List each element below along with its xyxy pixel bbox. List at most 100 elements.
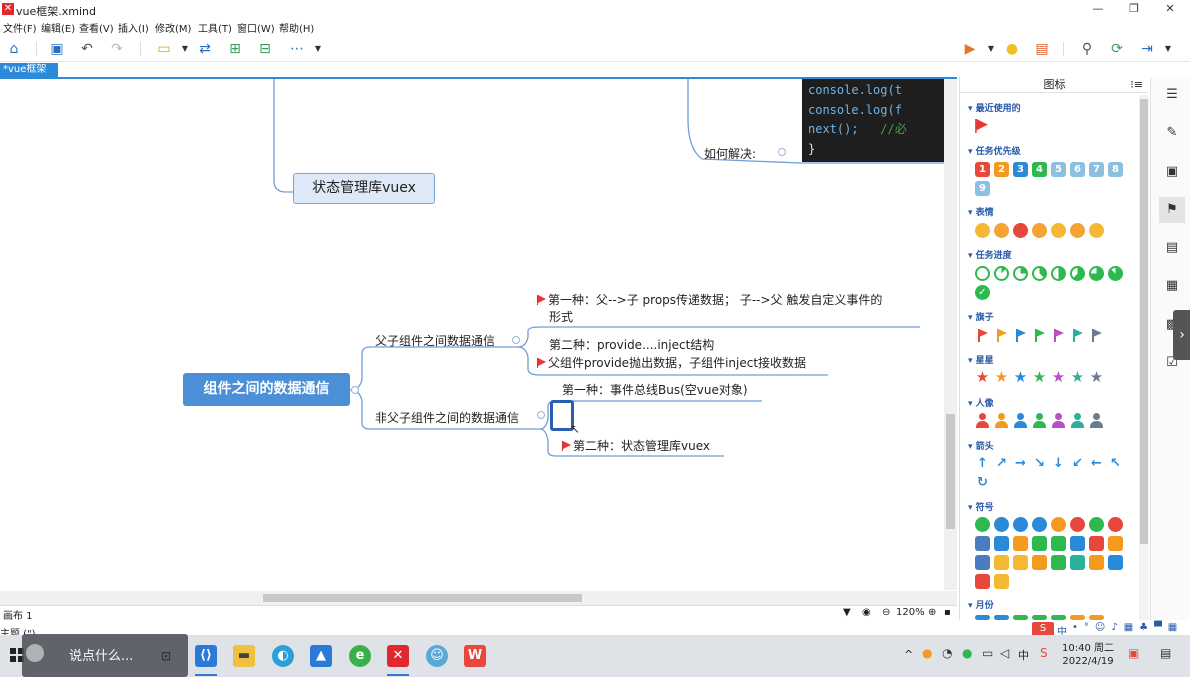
- maximize-button[interactable]: ❐: [1126, 2, 1142, 16]
- priority-5-icon[interactable]: 5: [1051, 162, 1066, 177]
- pencil-icon[interactable]: [1051, 555, 1066, 570]
- arrow-up-icon[interactable]: ↑: [975, 456, 990, 471]
- arrow-up-right-icon[interactable]: ↗: [994, 456, 1009, 471]
- section-recent[interactable]: ▾ 最近使用的: [968, 101, 1021, 114]
- ime-toolbar-icons[interactable]: •°☺♪▦♣▀▦: [1072, 622, 1183, 633]
- minus-icon[interactable]: [994, 517, 1009, 532]
- flag-panel-icon[interactable]: ⚑: [1159, 197, 1185, 223]
- star-icon[interactable]: ★: [1070, 370, 1085, 385]
- topic-props[interactable]: 第一种：父-->子 props传递数据； 子-->父 触发自定义事件的 形式: [537, 292, 882, 326]
- close-button[interactable]: ✕: [1162, 2, 1178, 16]
- red-flag-icon[interactable]: [975, 119, 988, 133]
- clock-icon[interactable]: [1070, 555, 1085, 570]
- wps-icon[interactable]: W: [464, 645, 486, 667]
- progress-7-icon[interactable]: [1108, 266, 1123, 281]
- info-icon[interactable]: [1032, 517, 1047, 532]
- sticker-icon[interactable]: ▤: [1164, 240, 1180, 256]
- scroll-thumb[interactable]: [1140, 99, 1148, 544]
- star-icon[interactable]: ★: [994, 370, 1009, 385]
- horizontal-scrollbar[interactable]: [0, 591, 957, 605]
- tab-vue-framework[interactable]: *vue框架 ✕: [0, 63, 58, 89]
- priority-4-icon[interactable]: 4: [1032, 162, 1047, 177]
- topic-provide-inject[interactable]: 第二种：provide....inject结构 父组件provide抛出数据，子…: [537, 336, 806, 372]
- topic-non-parent-child[interactable]: 非父子组件之间的数据通信: [375, 409, 519, 426]
- priority-2-icon[interactable]: 2: [994, 162, 1009, 177]
- arrow-left-icon[interactable]: ←: [1089, 456, 1104, 471]
- priority-1-icon[interactable]: 1: [975, 162, 990, 177]
- cry-icon[interactable]: [1032, 223, 1047, 238]
- menu-tools[interactable]: 工具(T): [198, 20, 232, 35]
- section-stars[interactable]: ▾ 星星: [968, 353, 994, 366]
- people-icon[interactable]: [994, 536, 1009, 551]
- canvas-tab[interactable]: 画布 1: [3, 607, 33, 622]
- section-people[interactable]: ▾ 人像: [968, 396, 994, 409]
- vscode-icon[interactable]: ⟨⟩: [195, 645, 217, 667]
- section-arrows[interactable]: ▾ 箭头: [968, 439, 994, 452]
- xmind-icon[interactable]: ✕: [387, 645, 409, 667]
- summary-icon[interactable]: ⊞: [226, 40, 244, 58]
- wink-icon[interactable]: [1070, 223, 1085, 238]
- central-topic[interactable]: 组件之间的数据通信: [183, 373, 350, 406]
- person-icon[interactable]: [1089, 413, 1104, 428]
- menu-edit[interactable]: 编辑(E): [41, 20, 75, 35]
- scroll-thumb[interactable]: [946, 414, 955, 529]
- relationship-icon[interactable]: ⇄: [196, 40, 214, 58]
- thermometer-icon[interactable]: [975, 574, 990, 589]
- priority-6-icon[interactable]: 6: [1070, 162, 1085, 177]
- flag-icon[interactable]: [1070, 328, 1085, 343]
- chevron-down-icon[interactable]: ▼: [982, 40, 1000, 58]
- month-icon[interactable]: [1070, 615, 1085, 620]
- flag-icon[interactable]: [1013, 328, 1028, 343]
- person-icon[interactable]: [994, 413, 1009, 428]
- cross-icon[interactable]: [1070, 517, 1085, 532]
- flag-icon[interactable]: [1051, 328, 1066, 343]
- section-emoji[interactable]: ▾ 表情: [968, 205, 994, 218]
- menu-insert[interactable]: 插入(I): [118, 20, 149, 35]
- filter-icon[interactable]: ▼: [843, 607, 851, 618]
- share-icon[interactable]: ⟳: [1108, 40, 1126, 58]
- image-icon[interactable]: [975, 555, 990, 570]
- month-icon[interactable]: [1032, 615, 1047, 620]
- priority-7-icon[interactable]: 7: [1089, 162, 1104, 177]
- photos-icon[interactable]: ▲: [310, 645, 332, 667]
- chart-icon[interactable]: [975, 536, 990, 551]
- dollar-icon[interactable]: [1013, 555, 1028, 570]
- flag-icon[interactable]: [975, 328, 990, 343]
- outline-icon[interactable]: ☰: [1164, 87, 1180, 103]
- eye-icon[interactable]: ◉: [862, 607, 871, 618]
- quote-icon[interactable]: [1032, 536, 1047, 551]
- progress-5-icon[interactable]: [1070, 266, 1085, 281]
- chevron-down-icon[interactable]: ▼: [1159, 40, 1177, 58]
- section-progress[interactable]: ▾ 任务进度: [968, 248, 1012, 261]
- heart-icon[interactable]: [1089, 536, 1104, 551]
- zoom-out-icon[interactable]: ⊖: [882, 607, 890, 618]
- menu-view[interactable]: 查看(V): [79, 20, 114, 35]
- gantt-icon[interactable]: ▤: [1033, 40, 1051, 58]
- arrow-down-left-icon[interactable]: ↙: [1070, 456, 1085, 471]
- task-view-icon[interactable]: ⊡: [155, 645, 177, 667]
- laugh-icon[interactable]: [994, 223, 1009, 238]
- question-icon[interactable]: [1013, 517, 1028, 532]
- edge-icon[interactable]: e: [349, 645, 371, 667]
- topic-icon[interactable]: ▭: [155, 40, 173, 58]
- battery-icon[interactable]: ▭: [982, 646, 993, 660]
- minimize-button[interactable]: —: [1090, 2, 1106, 16]
- person-icon[interactable]: [1051, 413, 1066, 428]
- notification-badge-icon[interactable]: ▣: [1128, 646, 1139, 660]
- fit-icon[interactable]: ▪: [944, 607, 951, 618]
- music-icon[interactable]: [1032, 555, 1047, 570]
- neutral-icon[interactable]: [1089, 223, 1104, 238]
- yen-icon[interactable]: [994, 555, 1009, 570]
- month-icon[interactable]: [1089, 615, 1104, 620]
- sogou-ime-icon[interactable]: S: [1032, 622, 1054, 636]
- star-icon[interactable]: ★: [1051, 370, 1066, 385]
- flag-icon[interactable]: [1089, 328, 1104, 343]
- star-icon[interactable]: ★: [1032, 370, 1047, 385]
- clock[interactable]: 10:40 周二 2022/4/19: [1062, 642, 1114, 668]
- star-icon[interactable]: ★: [975, 370, 990, 385]
- speaker-icon[interactable]: ◁: [1000, 646, 1009, 660]
- arrow-right-icon[interactable]: →: [1013, 456, 1028, 471]
- thumbs-up-icon[interactable]: [1108, 536, 1123, 551]
- tray-app-icon[interactable]: ●: [922, 646, 932, 660]
- expand-icon[interactable]: [1051, 536, 1066, 551]
